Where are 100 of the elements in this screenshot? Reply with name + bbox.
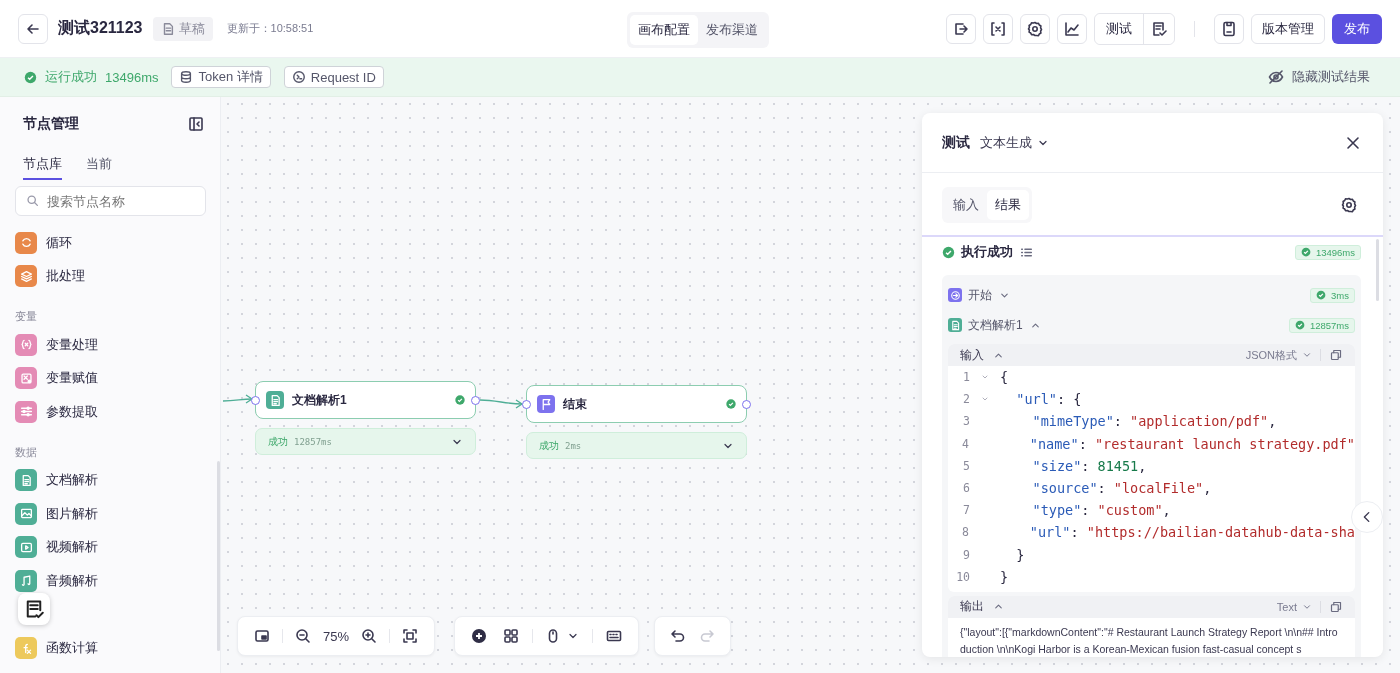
undo-icon bbox=[669, 628, 686, 644]
duration-badge: 3ms bbox=[1310, 287, 1355, 303]
version-button[interactable]: 版本管理 bbox=[1251, 13, 1325, 44]
node-library-item[interactable]: 图片解析 bbox=[15, 497, 206, 531]
back-button[interactable] bbox=[18, 13, 48, 44]
duration-badge: 13496ms bbox=[1294, 244, 1361, 260]
minimap-icon bbox=[253, 628, 270, 644]
zoom-level: 75% bbox=[322, 628, 349, 644]
code-line: "name": "restaurant launch strategy.pdf" bbox=[1028, 435, 1355, 452]
sidebar-tab[interactable]: 当前 bbox=[86, 151, 112, 180]
success-icon bbox=[24, 70, 37, 84]
node-library-item[interactable]: 文档解析 bbox=[15, 463, 206, 497]
terminal-icon bbox=[291, 70, 306, 84]
workflow-node[interactable]: 结束 bbox=[526, 385, 747, 423]
workflow-dropdown[interactable]: 文本生成 bbox=[980, 133, 1049, 152]
node-library-item[interactable]: 循环 bbox=[15, 226, 206, 260]
node-library-item[interactable]: 批处理 bbox=[15, 259, 206, 293]
panel-title: 测试 bbox=[942, 133, 970, 152]
format-dropdown[interactable]: Text bbox=[1276, 600, 1312, 613]
line-number: 8 bbox=[960, 525, 969, 540]
sidebar-collapse-icon bbox=[188, 116, 204, 132]
scrollbar[interactable] bbox=[1376, 239, 1379, 301]
node-library-item[interactable]: 视频解析 bbox=[15, 530, 206, 564]
save-icon bbox=[1221, 20, 1237, 37]
section-label: 输出 bbox=[960, 599, 984, 615]
chevron-down-icon bbox=[1302, 350, 1312, 360]
collapse-panel-button[interactable] bbox=[186, 114, 206, 134]
node-library-item[interactable]: 函数计算 bbox=[15, 631, 206, 665]
node-status: 成功 bbox=[539, 438, 559, 453]
publish-button[interactable]: 发布 bbox=[1332, 13, 1382, 44]
sidebar-tab[interactable]: 节点库 bbox=[23, 151, 62, 180]
result-status: 执行成功 bbox=[961, 243, 1013, 261]
sidebar-title: 节点管理 bbox=[23, 115, 79, 133]
close-icon bbox=[1345, 134, 1361, 151]
code-line: } bbox=[1015, 546, 1025, 563]
save-button[interactable] bbox=[1214, 13, 1244, 44]
port-handle[interactable] bbox=[471, 396, 480, 405]
line-number: 1 bbox=[962, 370, 970, 385]
code-line: "mimeType": "application/pdf", bbox=[1031, 413, 1277, 430]
search-field[interactable]: 搜索节点名称 bbox=[15, 186, 206, 216]
checklist-icon bbox=[1151, 20, 1167, 37]
line-number: 2 bbox=[962, 392, 970, 407]
group-label: 数据 bbox=[15, 444, 38, 460]
success-icon bbox=[942, 245, 955, 259]
view-tab[interactable]: 发布渠道 bbox=[698, 15, 766, 45]
request-id-button[interactable]: Request ID bbox=[283, 66, 384, 88]
node-status: 成功 bbox=[268, 434, 288, 449]
settings-button[interactable] bbox=[1339, 195, 1359, 215]
token-button[interactable]: Token 详情 bbox=[171, 66, 271, 88]
format-dropdown[interactable]: JSON格式 bbox=[1245, 347, 1312, 363]
copy-icon bbox=[1330, 600, 1342, 613]
fit-view-icon bbox=[402, 628, 419, 644]
line-number: 4 bbox=[960, 436, 969, 451]
section-label: 输入 bbox=[960, 347, 984, 363]
port-handle[interactable] bbox=[522, 400, 531, 409]
variable-button[interactable] bbox=[983, 13, 1013, 44]
run-duration: 13496ms bbox=[105, 69, 159, 85]
exit-icon bbox=[953, 20, 969, 37]
code-line: "url": "https://bailian-datahub-data-sha bbox=[1028, 524, 1355, 541]
step-name: 文档解析1 bbox=[968, 316, 1023, 334]
duration-badge: 12857ms bbox=[1288, 317, 1355, 333]
workflow-title: 测试321123 bbox=[58, 18, 143, 38]
copy-button[interactable] bbox=[1329, 348, 1343, 362]
zoom-out-icon bbox=[294, 628, 311, 644]
code-line: "url": { bbox=[1015, 391, 1082, 408]
note-check-button[interactable] bbox=[18, 593, 50, 625]
line-number: 7 bbox=[962, 503, 970, 518]
node-library-item[interactable]: 音频解析 bbox=[15, 564, 206, 598]
node-library-item[interactable]: 变量赋值 bbox=[15, 361, 206, 395]
code-line: } bbox=[1000, 568, 1009, 585]
line-number: 10 bbox=[955, 569, 970, 584]
port-handle[interactable] bbox=[742, 400, 751, 409]
node-library-item[interactable]: 参数提取 bbox=[15, 395, 206, 429]
output-text: {"layout":[{"markdownContent":"# Restaurant Launch Strategy Report \n\n## Introduction \n\nKogi Harbor is a Korean-Mexican fusion fast-casual concept s bbox=[959, 624, 1339, 657]
view-tab[interactable]: 画布配置 bbox=[630, 15, 698, 45]
workflow-node[interactable]: 文档解析1 bbox=[255, 381, 476, 419]
connector-arrow bbox=[222, 394, 254, 404]
line-number: 5 bbox=[962, 458, 970, 473]
step-name: 开始 bbox=[968, 286, 992, 304]
keyboard-icon bbox=[606, 628, 623, 644]
hide-results-button[interactable]: 隐藏测试结果 bbox=[1262, 67, 1376, 87]
panel-tab[interactable]: 输入 bbox=[945, 190, 987, 220]
copy-button[interactable] bbox=[1329, 599, 1343, 614]
code-line: "source": "localFile", bbox=[1031, 480, 1212, 497]
database-icon bbox=[179, 70, 194, 84]
line-chart-icon bbox=[1064, 20, 1080, 37]
node-duration: 2ms bbox=[565, 440, 582, 451]
panel-tab[interactable]: 结果 bbox=[987, 190, 1029, 220]
node-library-item[interactable]: 变量处理 bbox=[15, 328, 206, 362]
line-number: 9 bbox=[962, 547, 970, 562]
note-check-icon bbox=[24, 599, 44, 619]
connector-arrow bbox=[479, 399, 524, 409]
chart-button[interactable] bbox=[1057, 13, 1087, 44]
export-button[interactable] bbox=[946, 13, 976, 44]
settings-button[interactable] bbox=[1020, 13, 1050, 44]
draft-badge: 草稿 bbox=[152, 16, 213, 41]
code-line: "size": 81451, bbox=[1031, 457, 1147, 474]
updated-time: 更新于：10:58:51 bbox=[226, 21, 314, 36]
port-handle[interactable] bbox=[251, 396, 260, 405]
redo-icon bbox=[699, 628, 716, 644]
